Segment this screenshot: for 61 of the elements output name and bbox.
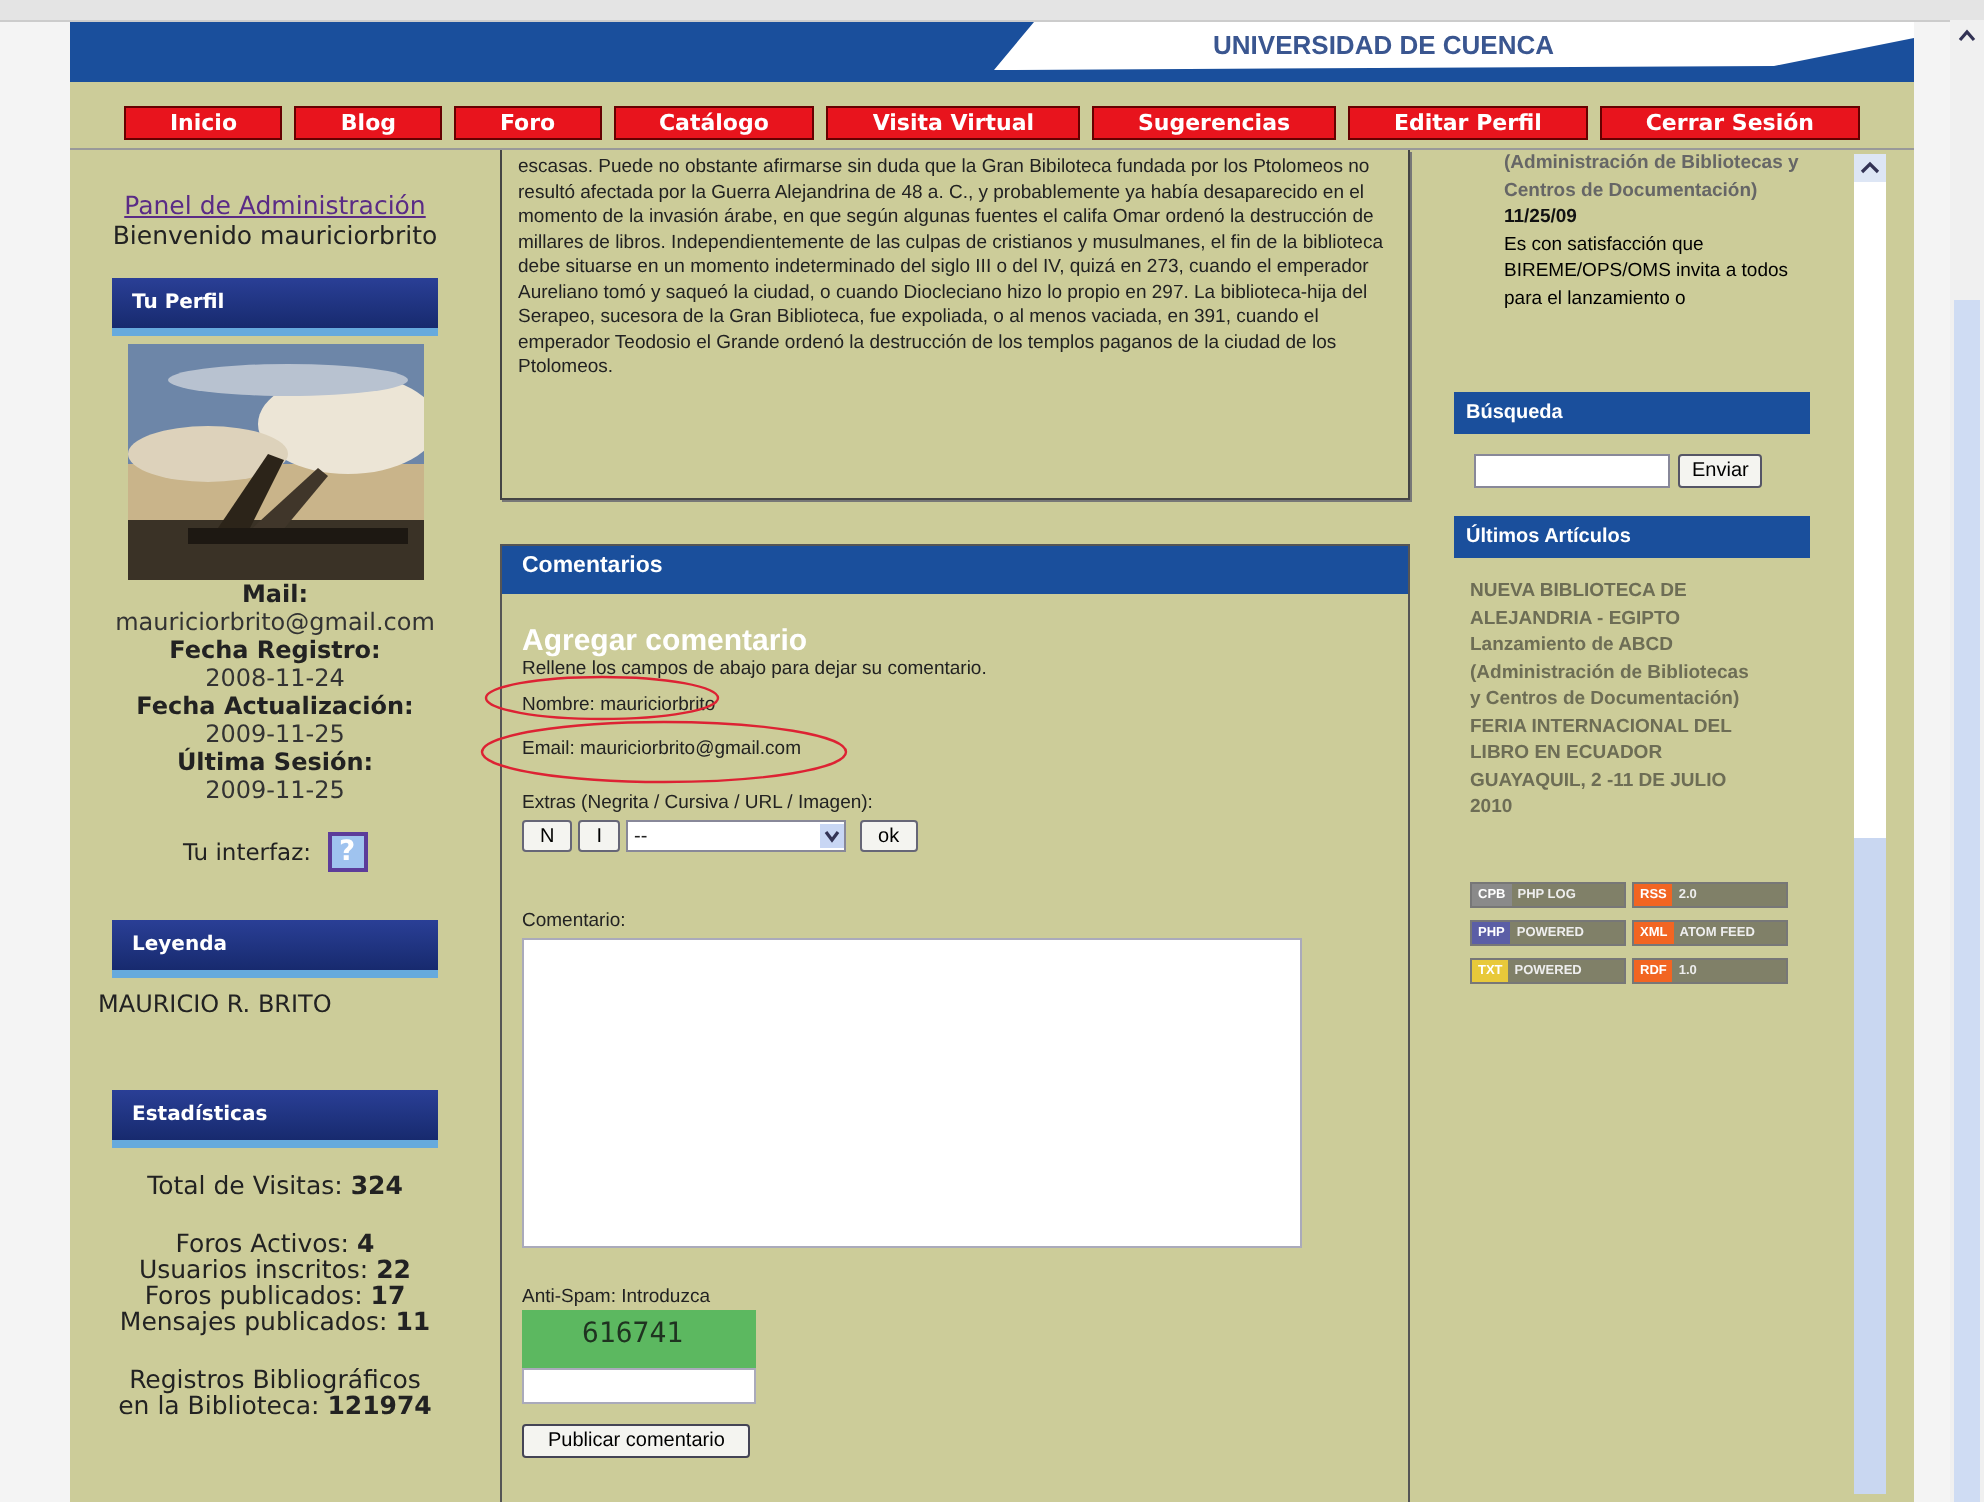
nav-link[interactable]: Visita Virtual (826, 106, 1081, 140)
article-link[interactable]: Lanzamiento de ABCD (Administración de Bibliotecas y Centros de Documentación) (1470, 632, 1750, 713)
nav-link[interactable]: Blog (294, 106, 442, 140)
panel-title: Comentarios (502, 546, 1408, 594)
section-header: Leyenda (112, 920, 438, 978)
submit-button[interactable]: Publicar comentario (522, 1424, 751, 1458)
article-title: (Administración de Bibliotecas y Centros de Documentación) (1504, 150, 1801, 204)
antispam-label: Anti-Spam: Introduzca (522, 1284, 712, 1310)
article-link[interactable]: FERIA INTERNACIONAL DEL LIBRO EN ECUADOR GUAYAQUIL, 2 -11 DE JULIO 2010 (1470, 713, 1750, 821)
interface-label: Tu interfaz: (182, 838, 312, 866)
field-value: 2009-11-25 (205, 776, 345, 804)
captcha-code: 616741 (522, 1310, 756, 1368)
article-text: escasas. Puede no obstante afirmarse sin duda que la Gran Bibiloteca fundada por los Ptolomeos no resultó afectada por la Guerra Alejandrina de 48 a. C., y probablemente ya había desaparecido en el momento de la invasión árabe, en que según algunas fuentes el califa Omar ordenó la destrucción de millares de libros. Independientemente de las culpas de cristianos y musulmanes, el fin de la biblioteca debe situarse en un momento indeterminado del siglo III o del IV, quizá en 273, cuando el emperador Aureliano tomó y saqueó la ciudad, o cuando Diocleciano hizo lo propio en 297. La biblioteca-hija del Serapeo, sucesora de la Gran Biblioteca, fue expoliada, o al menos vaciada, en 391, cuando el emperador Teodosio el Grande ordenó la destrucción de los templos paganos de la ciudad de los Ptolomeos. (500, 150, 1410, 500)
article-excerpt: Es con satisfacción que BIREME/OPS/OMS invita a todos para el lanzamiento o (1504, 231, 1791, 312)
extras-dropdown[interactable]: -- (626, 820, 847, 852)
field-label: Última Sesión: (176, 748, 374, 776)
scroll-up-icon[interactable] (1854, 154, 1886, 182)
field-label: Fecha Registro: (169, 636, 381, 664)
format-button[interactable]: I (578, 820, 621, 852)
form-heading: Agregar comentario (522, 626, 810, 656)
field-value: mauriciorbrito@gmail.com (115, 608, 435, 636)
stat-text: en la Biblioteca: 121974 (118, 1392, 432, 1418)
nav-link[interactable]: Inicio (124, 106, 283, 140)
stat-text: Foros publicados: 17 (144, 1282, 406, 1308)
format-button[interactable]: N (522, 820, 573, 852)
captcha-field[interactable] (522, 1368, 756, 1404)
field-label: Mail: (241, 580, 309, 608)
section-header: Tu Perfil (112, 278, 438, 336)
form-intro: Rellene los campos de abajo para dejar su comentario. (522, 657, 989, 682)
nav-link[interactable]: Editar Perfil (1348, 106, 1588, 140)
page-scrollbar[interactable] (1950, 20, 1984, 1502)
stat-text: Usuarios inscritos: 22 (138, 1256, 412, 1282)
nav-link[interactable]: Sugerencias (1092, 106, 1337, 140)
search-field[interactable] (1474, 454, 1670, 488)
section-header: Estadísticas (112, 1090, 438, 1148)
email-text: Email: mauriciorbrito@gmail.com (522, 736, 804, 762)
field-value: 2008-11-24 (205, 664, 345, 692)
search-button[interactable]: Enviar (1678, 454, 1763, 488)
site-title: UNIVERSIDAD DE CUENCA (1213, 28, 1554, 64)
caret-icon[interactable] (820, 824, 845, 848)
stat-text: Foros Activos: 4 (175, 1230, 375, 1256)
stat-text: Total de Visitas: 324 (147, 1172, 403, 1198)
section-header: Últimos Artículos (1454, 516, 1810, 558)
legend-text: MAURICIO R. BRITO (98, 990, 332, 1018)
scrollbar[interactable] (1854, 154, 1886, 1494)
comment-field[interactable] (522, 938, 1302, 1248)
stat-text: Registros Bibliográficos (129, 1366, 421, 1392)
ok-button[interactable]: ok (860, 820, 918, 852)
field-label: Fecha Actualización: (136, 692, 414, 720)
article-date: 11/25/09 (1504, 204, 1579, 231)
welcome-text: Bienvenido mauriciorbrito (112, 220, 438, 250)
stat-text: Mensajes publicados: 11 (119, 1308, 431, 1334)
section-header: Búsqueda (1454, 392, 1810, 434)
admin-link[interactable]: Panel de Administración (124, 190, 426, 220)
nav-link[interactable]: Catálogo (613, 106, 815, 140)
comment-label: Comentario: (522, 908, 628, 934)
extras-label: Extras (Negrita / Cursiva / URL / Imagen): (522, 790, 875, 816)
field-value: 2009-11-25 (205, 720, 345, 748)
nav-link[interactable]: Cerrar Sesión (1599, 106, 1860, 140)
article-link[interactable]: NUEVA BIBLIOTECA DE ALEJANDRIA - EGIPTO (1470, 578, 1750, 632)
nav-link[interactable]: Foro (453, 106, 602, 140)
